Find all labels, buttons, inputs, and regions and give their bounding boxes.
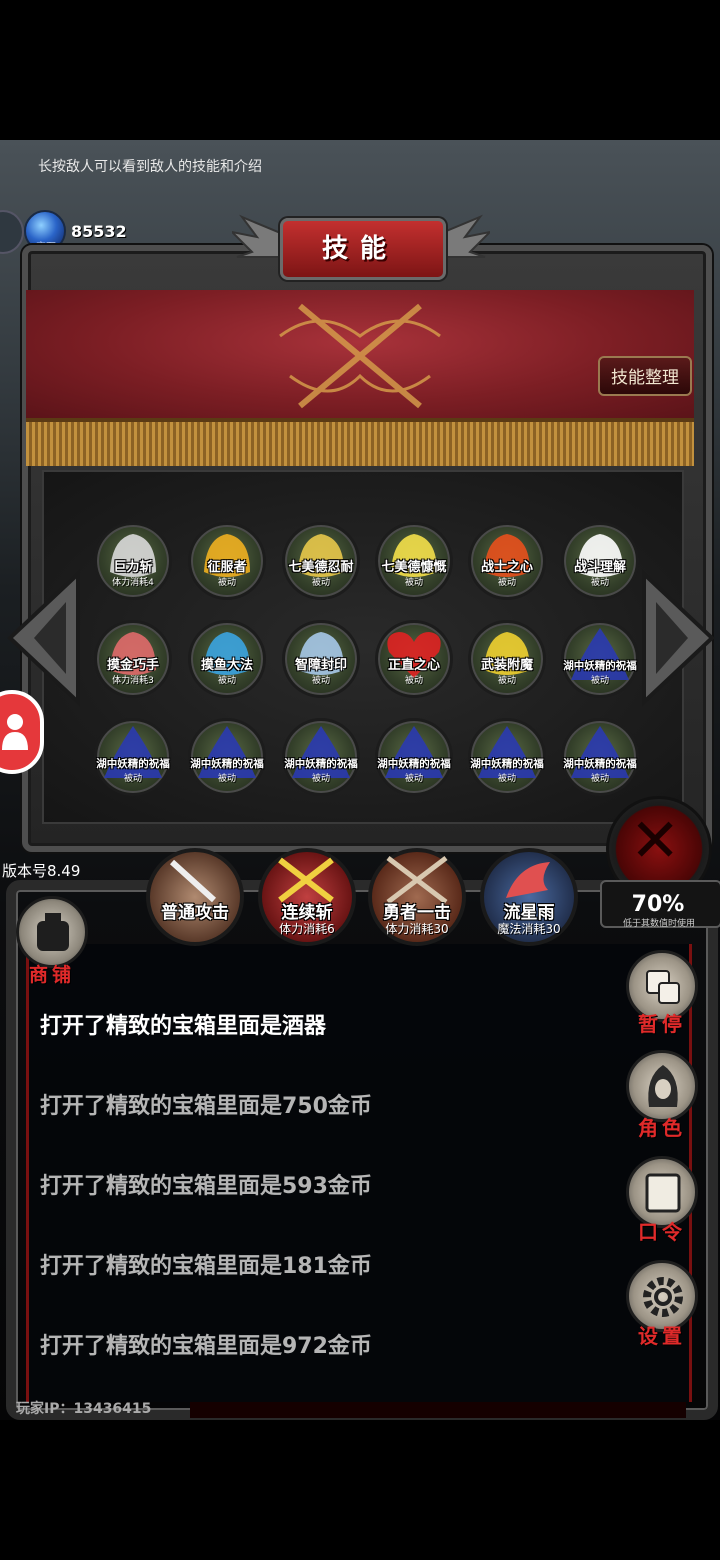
gem-count: 85532 — [71, 222, 127, 241]
skill-slot[interactable]: 七美德忍耐 被动 — [282, 522, 360, 600]
log-line: 打开了精致的宝箱里面是181金币 — [40, 1254, 372, 1279]
banner-fringe — [26, 418, 694, 466]
skill-name: 七美德慷慨 — [381, 560, 447, 575]
skill-slot[interactable]: 征服者 被动 — [188, 522, 266, 600]
action-cost: 魔法消耗30 — [497, 922, 561, 936]
skill-name: 湖中妖精的祝福 — [190, 758, 264, 770]
skill-name: 摸鱼大法 — [200, 658, 253, 673]
skill-slot[interactable]: 湖中妖精的祝福 被动 — [561, 620, 639, 698]
skill-slot[interactable]: 摸金巧手体力消耗3 — [94, 620, 172, 698]
skill-slot[interactable]: 湖中妖精的祝福 被动 — [468, 718, 546, 796]
threshold-value: 70% — [631, 892, 685, 917]
skill-slot[interactable]: 湖中妖精的祝福 被动 — [561, 718, 639, 796]
prev-page-arrow-icon[interactable] — [4, 568, 82, 708]
next-page-arrow-icon[interactable] — [640, 568, 718, 708]
skill-type: 体力消耗3 — [112, 676, 154, 686]
code-label: 口令 — [638, 1220, 686, 1244]
log-line: 打开了精致的宝箱里面是酒器 — [40, 1014, 327, 1039]
skill-slot[interactable]: 战士之心 被动 — [468, 522, 546, 600]
shop-bag-icon — [37, 913, 69, 951]
threshold-note: 低于其数值时使用 — [622, 919, 695, 929]
hooded-face-icon — [648, 1065, 678, 1107]
dice-icon — [646, 970, 680, 1004]
bottom-status-bar — [190, 1402, 686, 1418]
skill-slot[interactable]: 巨力斩体力消耗4 — [94, 522, 172, 600]
skill-type: 被动 — [311, 578, 330, 588]
bottom-black-bar — [0, 1420, 720, 1560]
skill-type: 被动 — [404, 676, 423, 686]
skill-type: 被动 — [497, 676, 516, 686]
crossed-swords-emblem-icon — [279, 303, 441, 409]
user-icon — [2, 714, 28, 750]
skill-name: 智障封印 — [294, 658, 347, 673]
skill-name: 湖中妖精的祝福 — [284, 758, 358, 770]
character-label: 角色 — [638, 1116, 686, 1140]
action-combo-slash[interactable]: 连续斩 体力消耗6 — [258, 848, 356, 946]
skill-slot[interactable]: 湖中妖精的祝福 被动 — [375, 718, 453, 796]
hint-text: 长按敌人可以看到敌人的技能和介绍 — [38, 159, 262, 175]
skill-type: 被动 — [404, 578, 423, 588]
action-cost: 体力消耗30 — [385, 922, 449, 936]
skill-type: 被动 — [217, 774, 236, 784]
skill-type: 体力消耗4 — [112, 578, 154, 588]
skill-name: 湖中妖精的祝福 — [563, 660, 637, 672]
panel-title: 技能 — [321, 234, 398, 264]
skill-name: 七美德忍耐 — [288, 560, 354, 575]
skill-name: 战斗理解 — [573, 560, 626, 575]
action-cost: 体力消耗6 — [279, 922, 335, 936]
pause-label: 暂停 — [638, 1012, 686, 1036]
avatar-button[interactable] — [0, 690, 44, 774]
top-black-bar — [0, 0, 720, 140]
skill-slot[interactable]: 湖中妖精的祝福 被动 — [94, 718, 172, 796]
skill-type: 被动 — [590, 676, 609, 686]
action-meteor-rain[interactable]: 流星雨 魔法消耗30 — [480, 848, 578, 946]
skill-name: 巨力斩 — [113, 560, 153, 575]
skill-slot[interactable]: 智障封印 被动 — [282, 620, 360, 698]
gear-icon — [643, 1277, 683, 1317]
log-line: 打开了精致的宝箱里面是750金币 — [40, 1094, 372, 1119]
skill-slot[interactable]: 正直之心 被动 — [375, 620, 453, 698]
skill-name: 征服者 — [207, 560, 247, 575]
skill-type: 被动 — [123, 774, 142, 784]
skill-type: 被动 — [590, 774, 609, 784]
log-line: 打开了精致的宝箱里面是972金币 — [40, 1334, 372, 1359]
shop-button[interactable] — [16, 896, 88, 968]
organize-skills-button[interactable]: 技能整理 — [598, 356, 692, 396]
shop-label: 商铺 — [28, 964, 75, 986]
skill-name: 战士之心 — [480, 560, 533, 575]
skill-type: 被动 — [217, 578, 236, 588]
skill-name: 正直之心 — [387, 658, 440, 673]
skill-type: 被动 — [311, 676, 330, 686]
skill-name: 摸金巧手 — [106, 658, 159, 673]
skill-slot[interactable]: 七美德慷慨 被动 — [375, 522, 453, 600]
action-hero-strike[interactable]: 勇者一击 体力消耗30 — [368, 848, 466, 946]
log-line: 打开了精致的宝箱里面是593金币 — [40, 1174, 372, 1199]
skill-slot[interactable]: 武装附魔 被动 — [468, 620, 546, 698]
action-normal-attack[interactable]: 普通攻击 — [146, 848, 244, 946]
skill-type: 被动 — [217, 676, 236, 686]
version-label: 版本号8.49 — [2, 862, 81, 880]
skill-slot[interactable]: 战斗理解 被动 — [561, 522, 639, 600]
skill-name: 武装附魔 — [480, 658, 533, 673]
player-ip: 玩家IP：13436415 — [16, 1401, 152, 1417]
book-icon — [645, 1173, 681, 1213]
skill-type: 被动 — [497, 774, 516, 784]
skill-name: 湖中妖精的祝福 — [96, 758, 170, 770]
skill-slot[interactable]: 湖中妖精的祝福 被动 — [282, 718, 360, 796]
settings-label: 设置 — [638, 1324, 686, 1348]
close-icon: ✕ — [630, 806, 681, 876]
skill-type: 被动 — [404, 774, 423, 784]
skill-slot[interactable]: 摸鱼大法 被动 — [188, 620, 266, 698]
skill-type: 被动 — [497, 578, 516, 588]
skill-type: 被动 — [590, 578, 609, 588]
skill-name: 湖中妖精的祝福 — [563, 758, 637, 770]
skill-slot[interactable]: 湖中妖精的祝福 被动 — [188, 718, 266, 796]
skill-name: 湖中妖精的祝福 — [377, 758, 451, 770]
skill-name: 湖中妖精的祝福 — [470, 758, 544, 770]
skill-type: 被动 — [311, 774, 330, 784]
action-name: 普通攻击 — [161, 903, 229, 923]
